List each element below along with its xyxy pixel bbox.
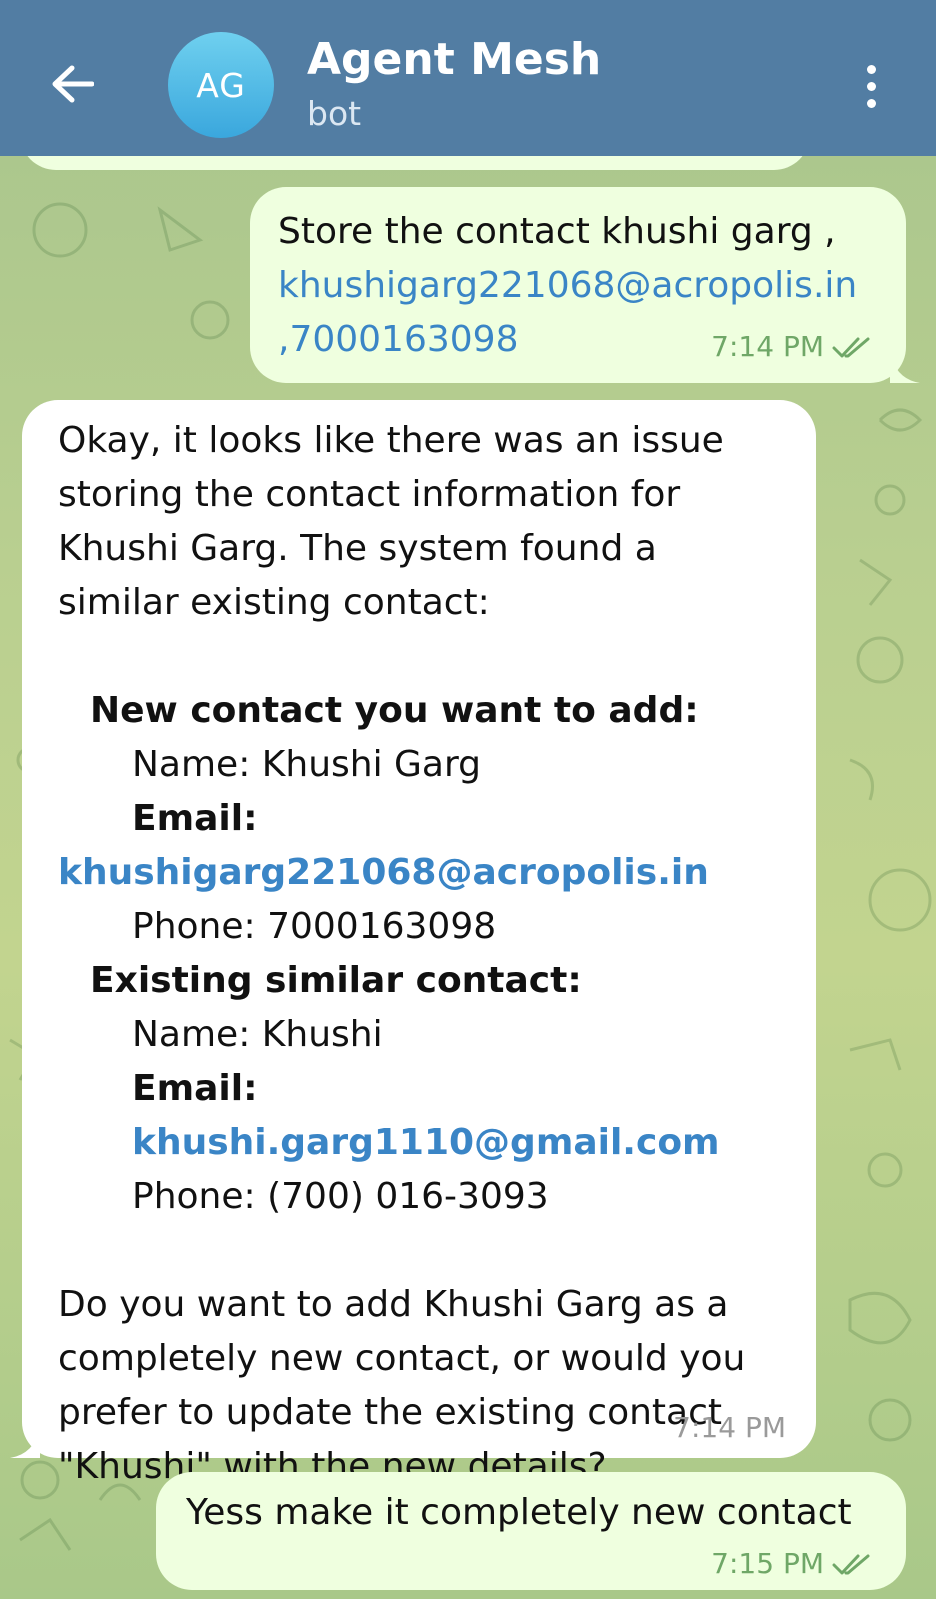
existing-contact-name: Name: Khushi (132, 1014, 383, 1055)
existing-contact-email-label: Email: (132, 1068, 258, 1109)
message-time: 7:15 PM (711, 1547, 824, 1580)
message-time: 7:14 PM (673, 1411, 786, 1444)
arrow-left-icon (52, 65, 94, 103)
outgoing-message[interactable]: Yess make it completely new contact 7:15… (156, 1472, 906, 1590)
message-meta: 7:14 PM (711, 331, 872, 363)
new-contact-email-link[interactable]: khushigarg221068@acropolis.in (58, 846, 816, 900)
existing-contact-email-link[interactable]: khushi.garg1110@gmail.com (132, 1122, 720, 1163)
message-text: Yess make it completely new contact (186, 1492, 852, 1533)
message-paragraph: Okay, it looks like there was an issue s… (58, 420, 724, 623)
chat-title[interactable]: Agent Mesh (307, 34, 601, 86)
back-button[interactable] (40, 52, 104, 116)
new-contact-email-label: Email: (132, 798, 258, 839)
chat-header: AG Agent Mesh bot (0, 0, 936, 156)
chat-subtitle: bot (307, 94, 362, 133)
message-time: 7:14 PM (711, 330, 824, 363)
existing-contact-phone: Phone: (700) 016-3093 (132, 1176, 549, 1217)
avatar[interactable]: AG (168, 32, 274, 138)
chat-screen: AG Agent Mesh bot Store the contact khus… (0, 0, 936, 1599)
more-vertical-icon (866, 64, 876, 74)
new-contact-phone: Phone: 7000163098 (132, 906, 497, 947)
new-contact-heading: New contact you want to add: (90, 690, 699, 731)
double-check-icon (832, 1554, 870, 1575)
double-check-icon (832, 337, 870, 358)
message-text: Store the contact khushi garg , (278, 211, 836, 252)
more-options-button[interactable] (846, 56, 896, 116)
existing-contact-email-row: Email: khushi.garg1110@gmail.com (58, 1062, 816, 1170)
email-link[interactable]: khushigarg221068@acropolis.in (278, 259, 906, 313)
message-meta: 7:15 PM (711, 1548, 872, 1580)
incoming-message[interactable]: Okay, it looks like there was an issue s… (10, 400, 816, 1487)
new-contact-name: Name: Khushi Garg (132, 744, 482, 785)
message-question: Do you want to add Khushi Garg as a comp… (58, 1284, 746, 1487)
existing-contact-heading: Existing similar contact: (90, 960, 582, 1001)
outgoing-message[interactable]: Store the contact khushi garg , khushiga… (250, 187, 920, 383)
message-meta: 7:14 PM (673, 1412, 786, 1444)
